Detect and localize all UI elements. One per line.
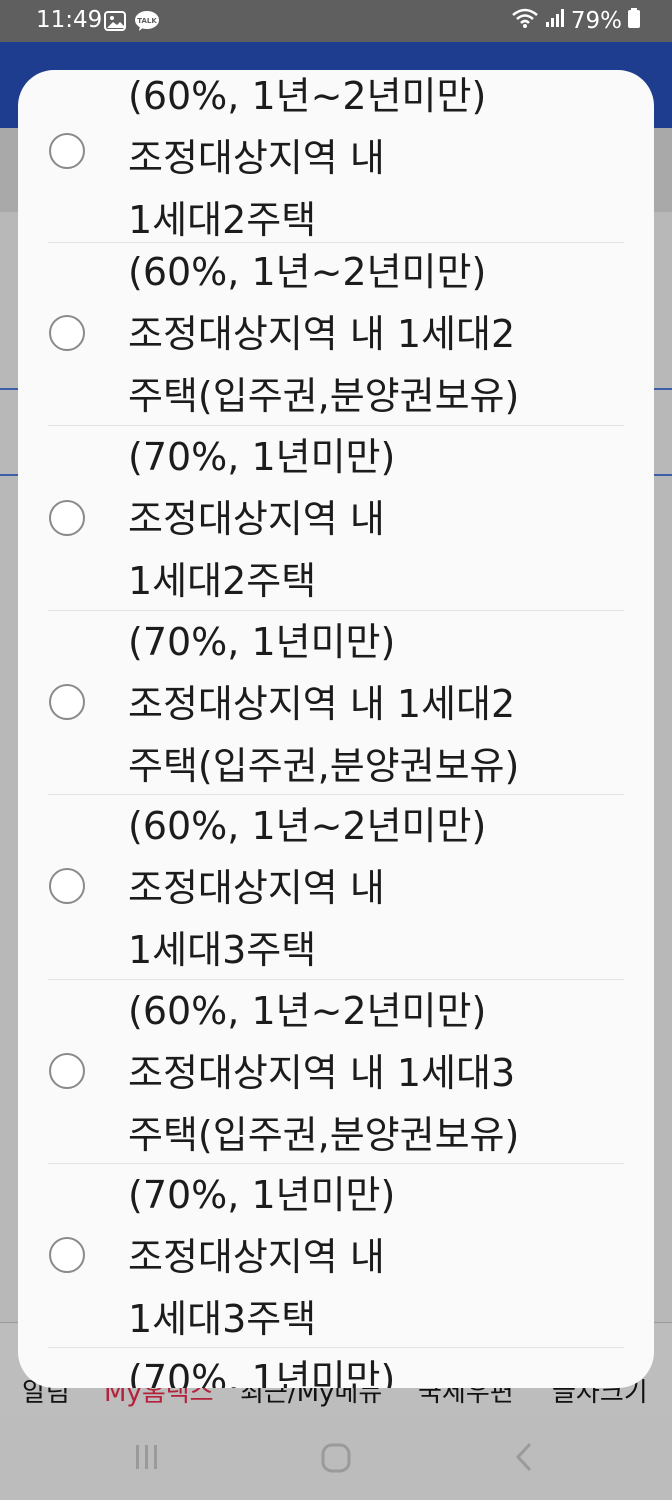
signal-icon <box>545 8 565 34</box>
kakaotalk-notification-icon: TALK <box>134 10 160 36</box>
option-label: (60%, 1년~2년미만) 조정대상지역 내 1세대2 주택(입주권,분양권보… <box>128 250 520 418</box>
back-icon[interactable] <box>510 1442 540 1476</box>
option-dialog: (60%, 1년~2년미만) 조정대상지역 내 1세대2주택 (60%, 1년~… <box>18 70 654 1388</box>
option-label: (70%, 1년미만) 조정대상지역 내 1세대3주택 <box>128 1173 396 1341</box>
wifi-icon <box>511 7 539 35</box>
option-label: (60%, 1년~2년미만) 조정대상지역 내 1세대3주택 <box>128 804 487 972</box>
option-row[interactable]: (70%, 1년미만) 조정대상지역 내 1세대2주택 <box>18 426 654 610</box>
system-navigation-bar <box>0 1416 672 1500</box>
option-label: (60%, 1년~2년미만) 조정대상지역 내 1세대3 주택(입주권,분양권보… <box>128 989 520 1157</box>
status-bar: 11:49 TALK 79% <box>0 0 672 42</box>
option-row[interactable]: (70%, 1년미만) 조정대상지역 내 1세대2 주택(입주권,분양권보유) <box>18 611 654 794</box>
radio-button[interactable] <box>49 315 85 351</box>
option-row[interactable]: (70%, 1년미만) <box>18 1348 654 1388</box>
radio-button[interactable] <box>49 133 85 169</box>
option-row[interactable]: (60%, 1년~2년미만) 조정대상지역 내 1세대2 주택(입주권,분양권보… <box>18 243 654 425</box>
option-row[interactable]: (60%, 1년~2년미만) 조정대상지역 내 1세대3 주택(입주권,분양권보… <box>18 980 654 1163</box>
recent-apps-icon[interactable] <box>132 1442 162 1476</box>
option-row[interactable]: (60%, 1년~2년미만) 조정대상지역 내 1세대2주택 <box>18 70 654 242</box>
battery-icon <box>628 8 640 34</box>
radio-button[interactable] <box>49 868 85 904</box>
option-label: (60%, 1년~2년미만) 조정대상지역 내 1세대2주택 <box>128 74 487 242</box>
gallery-notification-icon <box>104 10 126 36</box>
option-row[interactable]: (70%, 1년미만) 조정대상지역 내 1세대3주택 <box>18 1164 654 1347</box>
clock: 11:49 <box>36 7 103 33</box>
radio-button[interactable] <box>49 684 85 720</box>
radio-button[interactable] <box>49 1237 85 1273</box>
option-row[interactable]: (60%, 1년~2년미만) 조정대상지역 내 1세대3주택 <box>18 795 654 979</box>
radio-button[interactable] <box>49 1053 85 1089</box>
option-label: (70%, 1년미만) <box>128 1357 396 1388</box>
svg-text:TALK: TALK <box>137 17 157 25</box>
radio-button[interactable] <box>49 500 85 536</box>
option-label: (70%, 1년미만) 조정대상지역 내 1세대2주택 <box>128 435 396 603</box>
battery-level: 79% <box>570 8 622 34</box>
home-icon[interactable] <box>320 1442 352 1478</box>
option-label: (70%, 1년미만) 조정대상지역 내 1세대2 주택(입주권,분양권보유) <box>128 620 520 788</box>
